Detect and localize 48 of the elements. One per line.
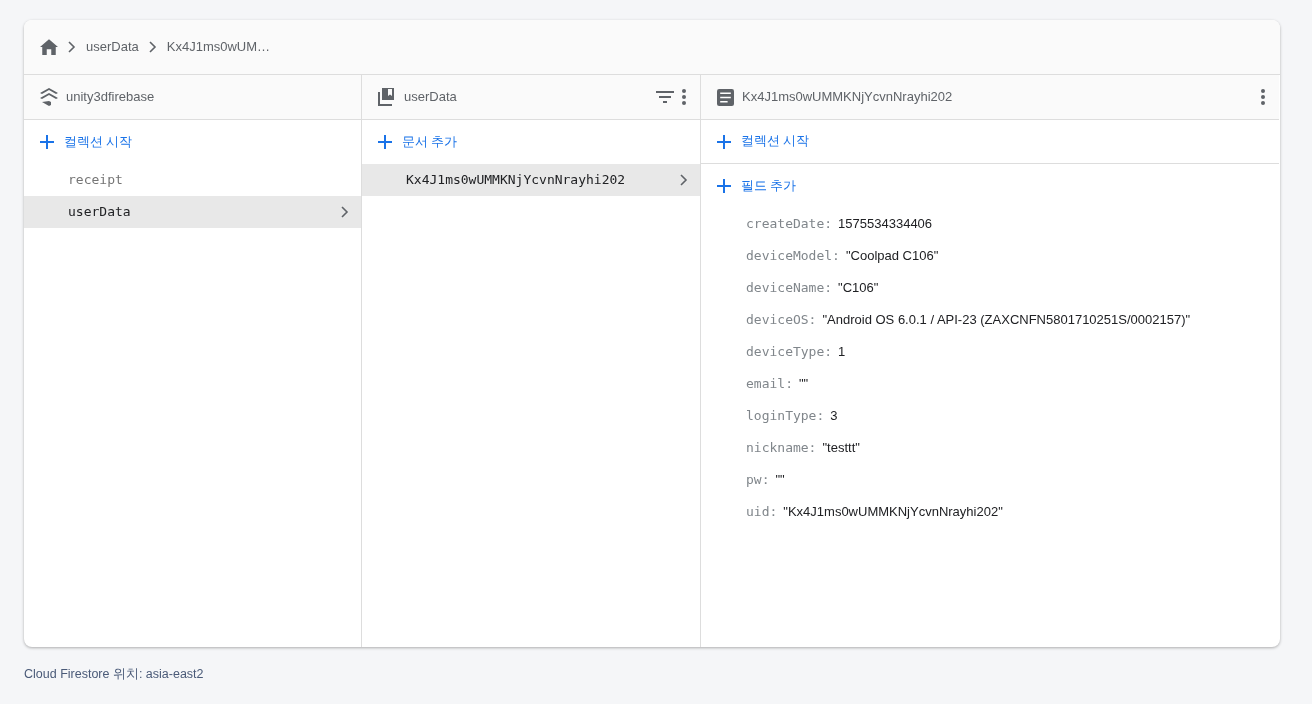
field-value: 3 [830, 407, 838, 426]
field-key: deviceModel: [746, 246, 840, 266]
add-field-button[interactable]: 필드 추가 [701, 164, 1279, 208]
field-key: loginType: [746, 406, 825, 426]
list-item[interactable]: Kx4J1ms0wUMMKNjYcvnNrayhi202 [362, 164, 700, 196]
breadcrumb-link[interactable]: Kx4J1ms0wUM… [166, 37, 271, 57]
field-key: email: [746, 374, 793, 394]
field-value: "Kx4J1ms0wUMMKNjYcvnNrayhi202" [783, 503, 1003, 522]
column-title: unity3dfirebase [66, 88, 156, 107]
field-key: deviceType: [746, 342, 833, 362]
breadcrumb-link[interactable]: userData [86, 37, 139, 57]
chevron-icon [680, 174, 688, 186]
home-icon[interactable] [40, 39, 58, 55]
plus-icon [40, 135, 54, 149]
field-value: 1575534334406 [838, 215, 933, 234]
add-button[interactable]: 문서 추가 [362, 120, 700, 164]
plus-icon [378, 135, 392, 149]
field-key: deviceOS: [746, 310, 817, 330]
add-button[interactable]: 컬렉션 시작 [24, 120, 361, 164]
field-key: createDate: [746, 214, 833, 234]
column-title: Kx4J1ms0wUMMKNjYcvnNrayhi202 [742, 88, 954, 107]
field-key: uid: [746, 502, 778, 522]
chevron-icon [148, 41, 157, 53]
column-title: userData [404, 88, 458, 107]
document-icon [717, 88, 734, 106]
plus-icon [717, 134, 731, 149]
copy-icon [378, 88, 396, 106]
filter-icon[interactable] [656, 91, 674, 103]
plus-icon [717, 179, 731, 193]
add-button[interactable]: 컬렉션 시작 [701, 120, 1279, 164]
location-text: Cloud Firestore 위치: asia-east2 [24, 666, 205, 683]
stack-icon [40, 88, 58, 106]
list-item[interactable]: receipt [24, 164, 361, 196]
chevron-icon [68, 41, 76, 53]
more-icon[interactable] [1261, 89, 1265, 105]
field-value: "Coolpad C106" [845, 247, 939, 266]
chevron-icon [341, 206, 349, 218]
field-value: "testtt" [822, 439, 860, 458]
field-value: "Android OS 6.0.1 / API-23 (ZAXCNFN5801710251S/0002157)" [822, 311, 1191, 330]
field-key: deviceName: [746, 278, 833, 298]
more-icon[interactable] [682, 89, 686, 105]
field-key: nickname: [746, 438, 817, 458]
field-value: "C106" [838, 279, 879, 298]
field-key: pw: [746, 470, 770, 490]
field-value: "" [798, 375, 809, 394]
field-value: "" [775, 471, 785, 490]
list-item[interactable]: userData [24, 196, 361, 228]
field-value: 1 [838, 343, 846, 362]
